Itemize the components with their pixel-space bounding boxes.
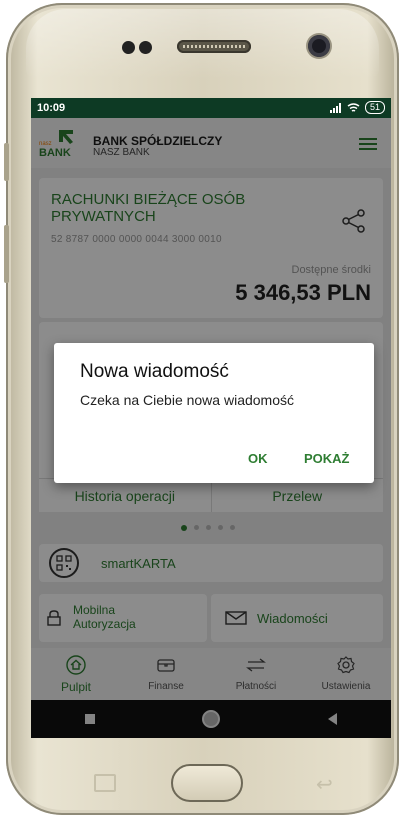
earpiece-speaker xyxy=(177,40,251,53)
recent-apps-key[interactable] xyxy=(94,774,116,792)
phone-frame: ↩ 10:09 51 nasz BANK BANK SPÓŁDZIELCZY N… xyxy=(4,3,399,815)
screen: 10:09 51 nasz BANK BANK SPÓŁDZIELCZY NAS… xyxy=(31,98,391,738)
front-camera xyxy=(308,35,330,57)
battery-icon: 51 xyxy=(364,101,385,114)
signal-icon xyxy=(329,102,341,113)
status-bar: 10:09 51 xyxy=(31,98,391,118)
dialog-show-button[interactable]: POKAŻ xyxy=(304,451,350,466)
sensor-dot xyxy=(139,41,152,54)
back-key[interactable]: ↩ xyxy=(316,772,333,797)
sensor-dot xyxy=(122,41,135,54)
volume-button xyxy=(4,143,9,181)
dialog-ok-button[interactable]: OK xyxy=(248,451,268,466)
dialog-message: Czeka na Ciebie nowa wiadomość xyxy=(80,392,294,408)
dialog-title: Nowa wiadomość xyxy=(80,361,229,382)
status-time: 10:09 xyxy=(37,102,66,114)
home-button[interactable] xyxy=(171,764,243,802)
new-message-dialog: Nowa wiadomość Czeka na Ciebie nowa wiad… xyxy=(54,343,374,483)
volume-button xyxy=(4,225,9,283)
wifi-icon xyxy=(347,102,360,112)
